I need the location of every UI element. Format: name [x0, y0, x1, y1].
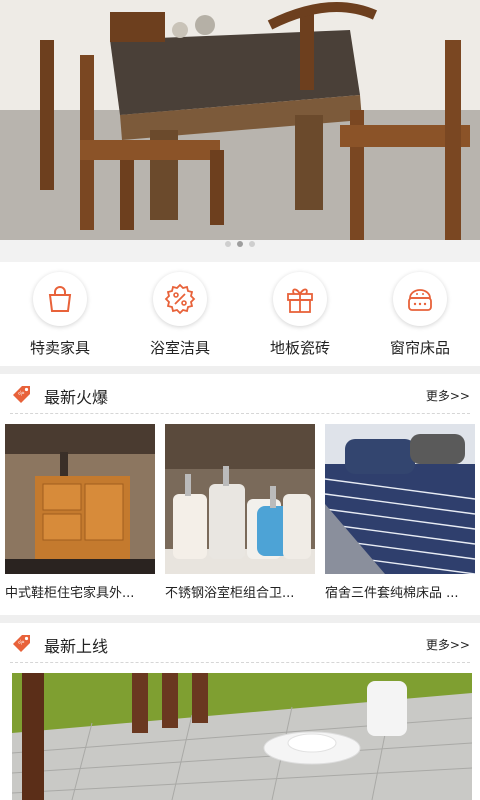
product-card[interactable]: 宿舍三件套纯棉床品 ...	[325, 424, 475, 614]
product-list: 中式鞋柜住宅家具外... 不锈钢浴室柜组合卫... 宿舍三件套纯棉床品 ...	[0, 424, 480, 614]
dashed-divider	[10, 413, 470, 414]
price-tag-icon: %	[13, 386, 30, 403]
section-title: 最新火爆	[44, 388, 109, 407]
category-item[interactable]: 浴室洁具	[120, 262, 240, 366]
section-divider	[0, 366, 480, 374]
pager-dot-active[interactable]	[237, 241, 243, 247]
product-name: 宿舍三件套纯棉床品 ...	[325, 586, 459, 601]
section-header-hot: % 最新火爆 更多>>	[0, 374, 480, 414]
category-label: 窗帘床品	[389, 339, 450, 357]
basket-icon	[408, 289, 432, 311]
section-header-new: % 最新上线 更多>>	[0, 623, 480, 663]
pager-dot[interactable]	[249, 241, 255, 247]
category-icon-circle	[33, 272, 87, 326]
product-card[interactable]: 不锈钢浴室柜组合卫...	[165, 424, 315, 614]
category-item[interactable]: 特卖家具	[0, 262, 120, 366]
pager-dot[interactable]	[225, 241, 231, 247]
category-item[interactable]: 窗帘床品	[360, 262, 480, 366]
banner-image[interactable]	[0, 0, 480, 240]
category-icon-circle	[393, 272, 447, 326]
percent-badge-icon	[164, 283, 196, 315]
product-name: 中式鞋柜住宅家具外...	[5, 586, 135, 601]
category-label: 地板瓷砖	[269, 339, 330, 357]
category-icon-circle	[153, 272, 207, 326]
table-mat-illustration	[12, 673, 472, 800]
section-title: 最新上线	[44, 637, 109, 656]
more-link[interactable]: 更多>>	[426, 636, 470, 653]
shopping-bag-icon	[48, 286, 72, 312]
dashed-divider	[10, 662, 470, 663]
product-image[interactable]	[325, 424, 475, 574]
category-row: 特卖家具 浴室洁具 地板瓷砖 窗帘床品	[0, 262, 480, 366]
product-image[interactable]	[165, 424, 315, 574]
category-icon-circle	[273, 272, 327, 326]
category-label: 浴室洁具	[149, 339, 210, 357]
banner-furniture-illustration	[0, 0, 480, 240]
banner-pager-dots	[0, 241, 480, 249]
more-link[interactable]: 更多>>	[426, 387, 470, 404]
price-tag-icon: %	[13, 635, 30, 652]
new-product-image[interactable]	[12, 673, 472, 800]
category-label: 特卖家具	[29, 339, 90, 357]
bedding-set-illustration	[325, 424, 475, 574]
section-divider	[0, 615, 480, 623]
product-name: 不锈钢浴室柜组合卫...	[165, 586, 295, 601]
category-item[interactable]: 地板瓷砖	[240, 262, 360, 366]
product-image[interactable]	[5, 424, 155, 574]
product-card[interactable]: 中式鞋柜住宅家具外...	[5, 424, 155, 614]
shoe-cabinet-illustration	[5, 424, 155, 574]
gift-box-icon	[287, 288, 313, 313]
bathroom-set-illustration	[165, 424, 315, 574]
